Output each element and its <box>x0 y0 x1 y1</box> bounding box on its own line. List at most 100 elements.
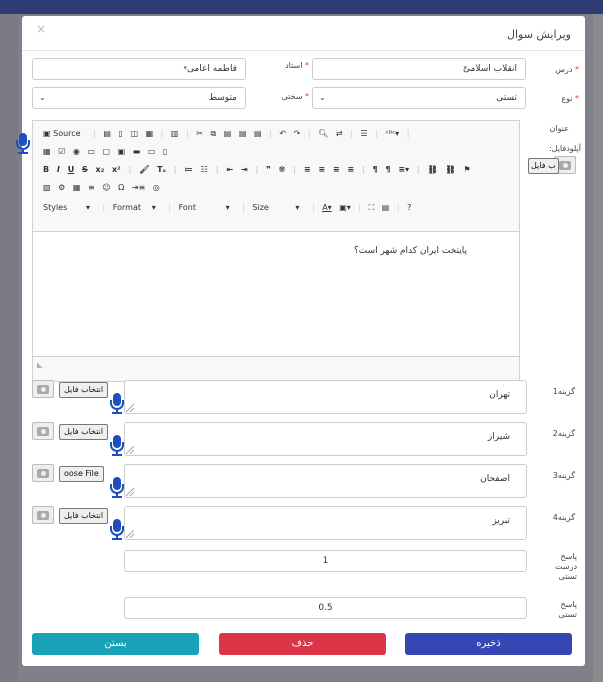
styles-dropdown[interactable]: Styles ▾ <box>43 203 95 212</box>
difficulty-select[interactable]: متوسط ⌄ <box>32 87 246 109</box>
source-button[interactable]: ▣ Source <box>43 129 86 138</box>
link-icon[interactable]: ⛓ <box>428 165 438 174</box>
rtl-icon[interactable]: ¶ <box>385 165 390 174</box>
editor-resize-handle[interactable]: ◣ <box>37 361 42 369</box>
outdent-icon[interactable]: ⇤ <box>226 165 233 174</box>
horizontal-rule-icon[interactable]: ≡ <box>88 183 95 192</box>
hidden-field-icon[interactable]: ▯ <box>163 147 167 156</box>
align-left-icon[interactable]: ≡ <box>304 165 311 174</box>
camera-icon[interactable] <box>32 506 54 524</box>
mic-icon[interactable] <box>110 519 124 541</box>
type-select[interactable]: تستی ⌄ <box>312 87 526 109</box>
iframe-icon[interactable]: ◎ <box>153 183 160 192</box>
format-dropdown[interactable]: Format ▾ <box>113 203 161 212</box>
form-icon[interactable]: ▦ <box>43 147 51 156</box>
div-icon[interactable]: ⁜ <box>279 165 286 174</box>
save-button[interactable]: ذخیره <box>405 633 572 655</box>
replace-icon[interactable]: ⇄ <box>336 129 343 138</box>
camera-icon[interactable] <box>32 422 54 440</box>
subscript-icon[interactable]: x₂ <box>96 165 105 174</box>
page-break-icon[interactable]: ⇥≡ <box>132 183 145 192</box>
superscript-icon[interactable]: x² <box>112 165 121 174</box>
course-select[interactable]: انقلاب اسلامی ▾ <box>312 58 526 80</box>
help-icon[interactable]: ? <box>407 203 411 212</box>
option-input[interactable]: تبریز <box>124 506 527 540</box>
print-icon[interactable]: ▦ <box>146 129 154 138</box>
paste-text-icon[interactable]: ▤ <box>239 129 247 138</box>
correct-answer-input[interactable]: 1 <box>124 550 527 572</box>
answer-input[interactable]: 0.5 <box>124 597 527 619</box>
font-dropdown[interactable]: Font ▾ <box>179 203 235 212</box>
special-char-icon[interactable]: Ω <box>118 183 124 192</box>
undo-icon[interactable]: ↶ <box>279 129 286 138</box>
size-dropdown[interactable]: Size ▾ <box>252 203 304 212</box>
mic-icon[interactable] <box>110 435 124 457</box>
justify-icon[interactable]: ≡ <box>347 165 354 174</box>
bold-icon[interactable]: B <box>43 165 49 174</box>
find-icon[interactable]: 🔍︎ <box>318 129 328 138</box>
smiley-icon[interactable]: ☺ <box>102 183 110 192</box>
textfield-icon[interactable]: ▭ <box>87 147 95 156</box>
checkbox-icon[interactable]: ☑ <box>58 147 65 156</box>
underline-icon[interactable]: U <box>68 165 75 174</box>
resize-grip[interactable] <box>126 488 134 496</box>
remove-format-icon[interactable]: Tₓ <box>157 165 166 174</box>
choose-file-button[interactable]: انتخاب فایل <box>59 382 109 398</box>
anchor-icon[interactable]: ⚑ <box>464 165 471 174</box>
table-icon[interactable]: ▦ <box>73 183 81 192</box>
italic-icon[interactable]: I <box>57 165 60 174</box>
preview-icon[interactable]: ◫ <box>130 129 138 138</box>
save-icon[interactable]: ▤ <box>103 129 111 138</box>
option-input[interactable]: تهران <box>124 380 527 414</box>
button-icon[interactable]: ▬ <box>133 147 141 156</box>
language-icon[interactable]: ≡▾ <box>398 165 409 174</box>
select-icon[interactable]: ▣ <box>118 147 126 156</box>
camera-icon[interactable] <box>32 464 54 482</box>
delete-button[interactable]: حذف <box>219 633 386 655</box>
close-button[interactable]: بستن <box>32 633 199 655</box>
title-file-button[interactable]: ب فایل <box>528 158 559 174</box>
image-icon[interactable]: ▨ <box>43 183 51 192</box>
show-blocks-icon[interactable]: ▤ <box>382 203 390 212</box>
radio-icon[interactable]: ◉ <box>73 147 80 156</box>
align-center-icon[interactable]: ≡ <box>318 165 325 174</box>
blockquote-icon[interactable]: ❞ <box>266 165 271 174</box>
resize-grip[interactable] <box>126 530 134 538</box>
redo-icon[interactable]: ↷ <box>294 129 301 138</box>
close-icon[interactable]: × <box>36 22 46 36</box>
choose-file-button[interactable]: انتخاب فایل <box>59 424 109 440</box>
align-right-icon[interactable]: ≡ <box>333 165 340 174</box>
numbered-list-icon[interactable]: ≔ <box>184 165 193 174</box>
option-input[interactable]: اصفحان <box>124 464 527 498</box>
mic-icon[interactable] <box>110 477 124 499</box>
paste-icon[interactable]: ▤ <box>224 129 232 138</box>
unlink-icon[interactable]: ⛓ <box>446 165 456 174</box>
strike-icon[interactable]: S <box>82 165 88 174</box>
ltr-icon[interactable]: ¶ <box>373 165 378 174</box>
bulleted-list-icon[interactable]: ☷ <box>201 165 208 174</box>
bg-color-icon[interactable]: ▣▾ <box>339 203 351 212</box>
flash-icon[interactable]: ⚙ <box>58 183 65 192</box>
maximize-icon[interactable]: ⛶ <box>369 203 375 213</box>
textarea-icon[interactable]: ▢ <box>102 147 110 156</box>
copy-format-icon[interactable]: 🖌︎ <box>139 165 149 174</box>
image-button-icon[interactable]: ▭ <box>148 147 156 156</box>
choose-file-button[interactable]: oose File <box>59 466 104 482</box>
title-mic-icon[interactable] <box>16 133 30 155</box>
templates-icon[interactable]: ▥ <box>171 129 179 138</box>
cut-icon[interactable]: ✂ <box>196 129 203 138</box>
camera-icon[interactable] <box>32 380 54 398</box>
spellcheck-icon[interactable]: ᴬᴮᶜ▾ <box>385 129 399 138</box>
text-color-icon[interactable]: A▾ <box>322 203 332 212</box>
new-page-icon[interactable]: ▯ <box>119 129 123 138</box>
teacher-select[interactable]: فاطمه اعامی ▾ <box>32 58 246 80</box>
resize-grip[interactable] <box>126 446 134 454</box>
option-input[interactable]: شیراز <box>124 422 527 456</box>
mic-icon[interactable] <box>110 393 124 415</box>
editor-content-area[interactable]: پایتخت ایران کدام شهر است؟ <box>33 231 519 357</box>
select-all-icon[interactable]: ☰ <box>360 129 367 138</box>
resize-grip[interactable] <box>126 404 134 412</box>
copy-icon[interactable]: ⧉ <box>211 129 217 139</box>
indent-icon[interactable]: ⇥ <box>241 165 248 174</box>
choose-file-button[interactable]: انتخاب فایل <box>59 508 109 524</box>
